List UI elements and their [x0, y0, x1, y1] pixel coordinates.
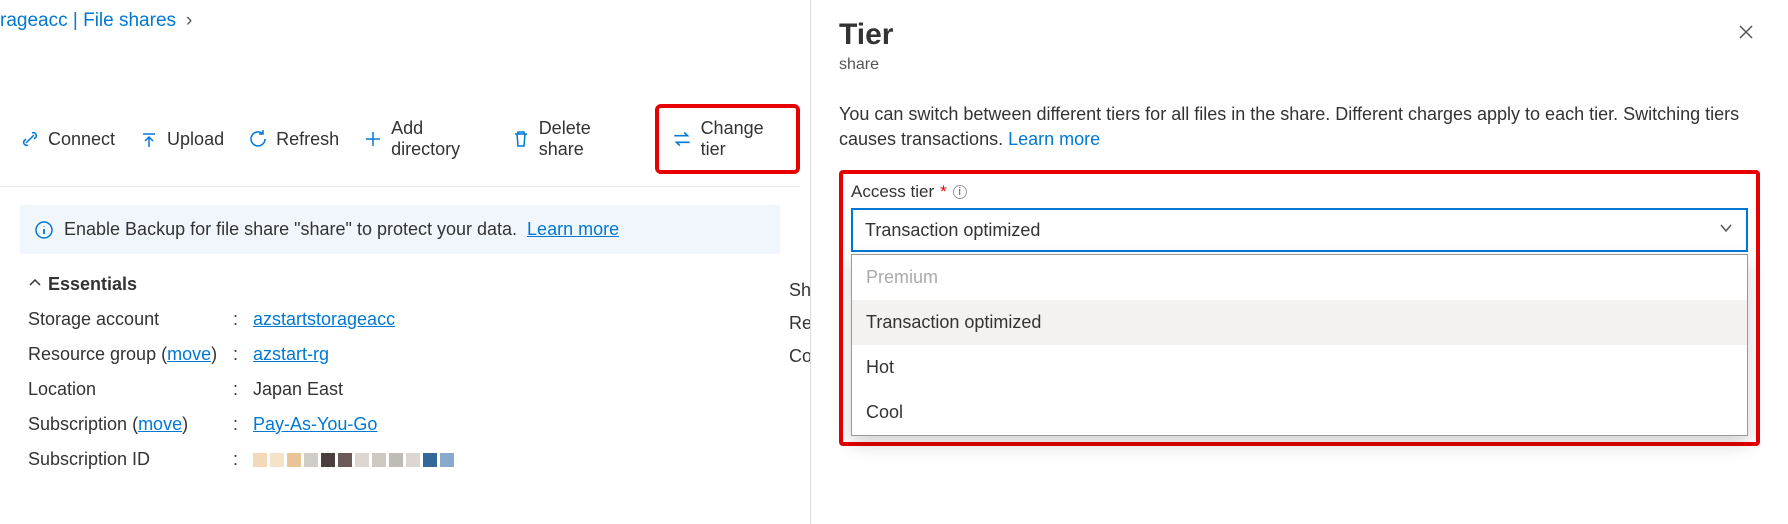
refresh-button[interactable]: Refresh	[248, 129, 339, 150]
panel-description: You can switch between different tiers f…	[839, 102, 1760, 152]
breadcrumb[interactable]: rageacc | File shares ›	[0, 0, 800, 42]
swap-icon	[671, 128, 693, 150]
change-tier-label: Change tier	[701, 118, 784, 160]
chevron-up-icon	[28, 274, 42, 295]
access-tier-value: Transaction optimized	[865, 220, 1040, 241]
banner-text: Enable Backup for file share "share" to …	[64, 219, 517, 240]
panel-title: Tier	[839, 18, 893, 52]
required-icon: *	[940, 182, 947, 202]
storage-account-link[interactable]: azstartstorageacc	[253, 309, 395, 329]
subscription-id-redacted	[253, 449, 780, 470]
breadcrumb-link[interactable]: rageacc | File shares	[0, 10, 176, 32]
essentials-properties: Storage account : azstartstorageacc Reso…	[0, 303, 800, 476]
delete-share-label: Delete share	[539, 118, 631, 160]
upload-icon	[139, 129, 159, 149]
access-tier-select[interactable]: Transaction optimized	[851, 208, 1748, 252]
chevron-right-icon: ›	[186, 10, 192, 32]
option-cool[interactable]: Cool	[852, 390, 1747, 435]
essentials-title: Essentials	[48, 274, 137, 295]
info-icon	[34, 220, 54, 240]
delete-share-button[interactable]: Delete share	[511, 118, 631, 160]
subscription-move-link[interactable]: move	[138, 414, 182, 434]
toolbar: Connect Upload Refresh Add directory Del…	[0, 92, 800, 187]
backup-banner: Enable Backup for file share "share" to …	[20, 205, 780, 254]
location-label: Location	[28, 379, 233, 400]
plus-icon	[363, 129, 383, 149]
refresh-label: Refresh	[276, 129, 339, 150]
storage-account-label: Storage account	[28, 309, 233, 330]
resource-group-link[interactable]: azstart-rg	[253, 344, 329, 364]
add-directory-button[interactable]: Add directory	[363, 118, 487, 160]
close-icon	[1736, 22, 1756, 47]
connect-button[interactable]: Connect	[20, 129, 115, 150]
resource-group-move-link[interactable]: move	[167, 344, 211, 364]
banner-learn-more-link[interactable]: Learn more	[527, 219, 619, 240]
upload-button[interactable]: Upload	[139, 129, 224, 150]
subscription-link[interactable]: Pay-As-You-Go	[253, 414, 377, 434]
change-tier-button[interactable]: Change tier	[655, 104, 800, 174]
panel-learn-more-link[interactable]: Learn more	[1008, 129, 1100, 149]
resource-group-label: Resource group (move)	[28, 344, 233, 365]
add-directory-label: Add directory	[391, 118, 487, 160]
upload-label: Upload	[167, 129, 224, 150]
connect-label: Connect	[48, 129, 115, 150]
option-premium: Premium	[852, 255, 1747, 300]
access-tier-field: Access tier * i Transaction optimized Pr…	[839, 170, 1760, 446]
trash-icon	[511, 129, 531, 149]
subscription-id-label: Subscription ID	[28, 449, 233, 470]
tier-panel: Tier share You can switch between differ…	[810, 0, 1788, 524]
subscription-label: Subscription (move)	[28, 414, 233, 435]
refresh-icon	[248, 129, 268, 149]
option-hot[interactable]: Hot	[852, 345, 1747, 390]
option-transaction-optimized[interactable]: Transaction optimized	[852, 300, 1747, 345]
info-icon[interactable]: i	[953, 185, 967, 199]
connect-icon	[20, 129, 40, 149]
close-button[interactable]	[1732, 18, 1760, 52]
chevron-down-icon	[1718, 220, 1734, 241]
access-tier-dropdown: Premium Transaction optimized Hot Cool	[851, 254, 1748, 436]
panel-subtitle: share	[839, 56, 893, 74]
access-tier-label: Access tier	[851, 182, 934, 202]
truncated-right-labels: Sh Re Co	[789, 280, 812, 379]
location-value: Japan East	[253, 379, 780, 400]
essentials-toggle[interactable]: Essentials	[0, 264, 800, 303]
